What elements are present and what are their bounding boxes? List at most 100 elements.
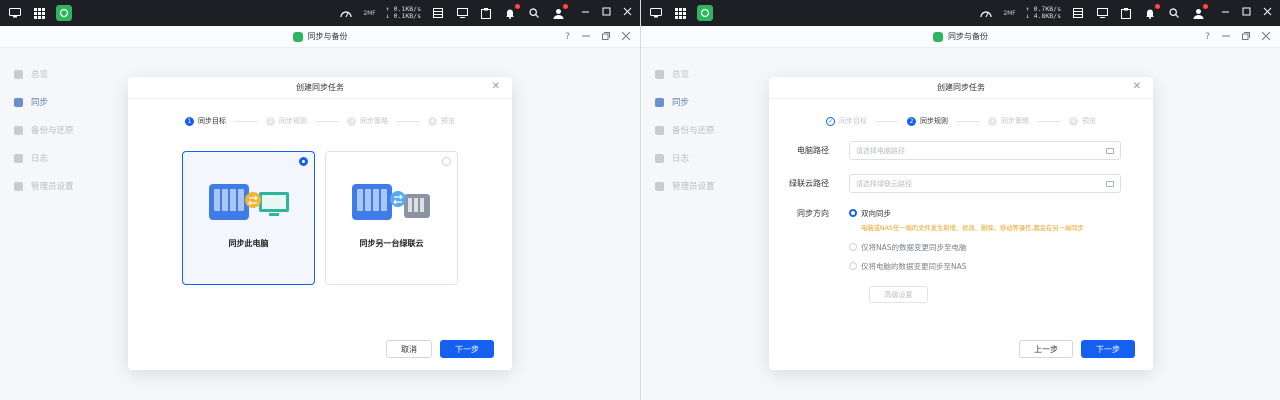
nas-to-nas-illustration (351, 184, 430, 220)
app-logo-icon (933, 31, 943, 42)
sidebar: 总览 同步 备份与还原 日志 管理员设置 (0, 48, 130, 400)
search-icon[interactable] (527, 6, 541, 20)
minimize-icon[interactable] (1221, 7, 1230, 19)
screen-left: 2MF ↑ 0.1KB/s ↓ 0.1KB/s 同步与备份 ? 总览 同步 备份… (0, 0, 640, 400)
pc-path-label: 电脑路径 (797, 146, 829, 155)
create-sync-dialog: 创建同步任务 ✕ 1 同步目标 2 同步规则 3 同步策略 4 预览 同步此电脑… (128, 77, 512, 370)
app-grid-icon[interactable] (673, 6, 687, 20)
dialog-close-icon[interactable]: ✕ (492, 81, 500, 92)
app-close-icon[interactable] (621, 31, 631, 43)
step-3: 3 同步策略 (347, 116, 388, 126)
nas-to-pc-illustration (208, 184, 289, 220)
sidebar-item-sync[interactable]: 同步 (641, 88, 771, 116)
close-icon[interactable] (623, 7, 632, 19)
help-icon[interactable]: ? (565, 32, 570, 42)
user-icon[interactable] (551, 4, 568, 20)
sidebar-item-logs[interactable]: 日志 (0, 144, 130, 172)
net-label: 2MF (1003, 9, 1016, 17)
next-button[interactable]: 下一步 (1081, 340, 1135, 358)
gear-icon (655, 181, 664, 191)
dialog-title: 创建同步任务 (296, 83, 344, 92)
desktop-icon[interactable] (649, 6, 663, 20)
sidebar-item-overview[interactable]: 总览 (641, 60, 771, 88)
help-icon[interactable]: ? (1205, 32, 1210, 42)
folder-icon[interactable] (1106, 147, 1114, 154)
monitor-icon[interactable] (1095, 6, 1109, 20)
log-icon (655, 153, 664, 163)
maximize-icon[interactable] (1242, 7, 1251, 19)
desktop: 2MF ↑ 0.1KB/s ↓ 0.1KB/s 同步与备份 ? 总览 同步 备份… (0, 0, 1280, 400)
radio-sync-this-pc[interactable] (299, 157, 308, 166)
desktop-icon[interactable] (8, 6, 22, 20)
clipboard-icon[interactable] (479, 6, 493, 20)
step-2: 2 同步规则 (907, 116, 948, 126)
gear-icon (14, 181, 23, 191)
sidebar-item-backup[interactable]: 备份与还原 (641, 116, 771, 144)
sync-app-taskbar-icon[interactable] (697, 5, 713, 21)
next-button[interactable]: 下一步 (440, 340, 494, 358)
card-sync-another-nas[interactable]: 同步另一台绿联云 (325, 151, 458, 285)
app-minimize-icon[interactable] (582, 32, 590, 43)
app-restore-icon[interactable] (602, 31, 610, 43)
step-1: 1 同步目标 (185, 116, 226, 126)
option-two-way-sync[interactable]: 双向同步 (849, 207, 1084, 219)
sidebar-item-admin[interactable]: 管理员设置 (0, 172, 130, 200)
sidebar-item-logs[interactable]: 日志 (641, 144, 771, 172)
radio-sync-another-nas[interactable] (442, 157, 451, 166)
maximize-icon[interactable] (602, 7, 611, 19)
notification-dot (515, 4, 520, 9)
clipboard-icon[interactable] (1119, 6, 1133, 20)
app-grid-icon[interactable] (32, 6, 46, 20)
create-sync-dialog: 创建同步任务 ✕ ✓ 同步目标 2 同步规则 3 同步策略 4 预览 电脑路径 请选择电… (769, 77, 1153, 370)
search-icon[interactable] (1167, 6, 1181, 20)
overview-icon (14, 69, 23, 79)
sidebar-item-backup[interactable]: 备份与还原 (0, 116, 130, 144)
user-dot (1203, 4, 1208, 9)
option-pc-to-nas[interactable]: 仅将电脑的数据变更同步至NAS (849, 260, 1084, 272)
folder-icon[interactable] (1106, 180, 1114, 187)
network-speed: ↑ 0.1KB/s ↓ 0.1KB/s (386, 6, 421, 20)
stepper: ✓ 同步目标 2 同步规则 3 同步策略 4 预览 (769, 115, 1153, 127)
radio-two-way[interactable] (849, 209, 857, 217)
dialog-close-icon[interactable]: ✕ (1133, 81, 1141, 92)
app-minimize-icon[interactable] (1222, 32, 1230, 43)
notification-bell-icon[interactable] (1143, 4, 1160, 20)
stepper: 1 同步目标 2 同步规则 3 同步策略 4 预览 (128, 115, 512, 127)
app-restore-icon[interactable] (1242, 31, 1250, 43)
storage-icon[interactable] (1071, 6, 1085, 20)
radio-nas-to-pc[interactable] (849, 243, 857, 251)
net-down: ↓ 0.1KB/s (385, 12, 421, 20)
monitor-icon[interactable] (455, 6, 469, 20)
close-icon[interactable] (1263, 7, 1272, 19)
app-titlebar: 同步与备份 ? (0, 26, 640, 48)
card-sync-this-pc[interactable]: 同步此电脑 (182, 151, 315, 285)
user-icon[interactable] (1191, 4, 1208, 20)
radio-pc-to-nas[interactable] (849, 262, 857, 270)
app-logo-icon (292, 31, 303, 42)
dialog-title: 创建同步任务 (937, 83, 985, 92)
cancel-button[interactable]: 取消 (386, 340, 432, 358)
sync-app-taskbar-icon[interactable] (56, 5, 72, 21)
notification-bell-icon[interactable] (503, 4, 520, 20)
step-3: 3 同步策略 (988, 116, 1029, 126)
backup-icon (655, 125, 664, 135)
sidebar-item-overview[interactable]: 总览 (0, 60, 130, 88)
pc-path-input[interactable]: 请选择电脑路径 (849, 141, 1121, 160)
network-speed: ↑ 0.7KB/s ↓ 4.8KB/s (1026, 6, 1061, 20)
option-nas-to-pc[interactable]: 仅将NAS的数据变更同步至电脑 (849, 241, 1084, 253)
sidebar-item-sync[interactable]: 同步 (0, 88, 130, 116)
nas-path-input[interactable]: 请选择绿联云路径 (849, 174, 1121, 193)
advanced-settings-button[interactable]: 高级设置 (869, 286, 928, 303)
sync-icon (14, 97, 23, 107)
storage-icon[interactable] (431, 6, 445, 20)
sync-icon (655, 97, 664, 107)
sidebar-item-admin[interactable]: 管理员设置 (641, 172, 771, 200)
minimize-icon[interactable] (581, 7, 590, 19)
app-close-icon[interactable] (1261, 31, 1271, 43)
prev-button[interactable]: 上一步 (1019, 340, 1073, 358)
net-down: ↓ 4.8KB/s (1025, 12, 1061, 20)
net-label: 2MF (363, 9, 376, 17)
app-title: 同步与备份 (948, 32, 988, 41)
step-1: ✓ 同步目标 (826, 116, 867, 126)
notification-dot (1155, 4, 1160, 9)
